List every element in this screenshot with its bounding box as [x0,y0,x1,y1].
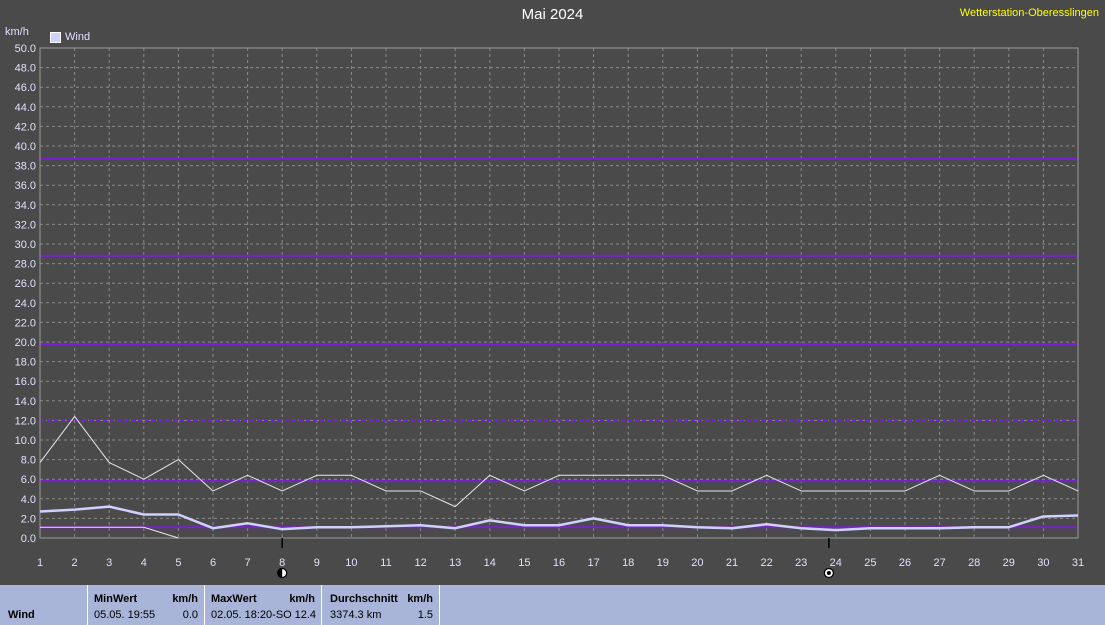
x-tick-label: 7 [245,557,251,569]
x-tick-label: 9 [314,557,320,569]
y-tick-label: 30.0 [15,239,36,251]
y-tick-label: 2.0 [21,513,36,525]
stats-avg-distance: 3374.3 km [330,609,382,621]
y-tick-label: 40.0 [15,141,36,153]
x-tick-label: 15 [518,557,530,569]
x-tick-label: 18 [622,557,634,569]
y-tick-label: 46.0 [15,82,36,94]
x-tick-label: 29 [1003,557,1015,569]
x-tick-label: 24 [830,557,842,569]
chart-title: Mai 2024 [521,6,584,23]
stats-max-unit: km/h [289,593,315,605]
x-tick-label: 26 [899,557,911,569]
x-tick-label: 14 [484,557,496,569]
y-tick-label: 32.0 [15,219,36,231]
x-tick-label: 5 [175,557,181,569]
stats-avg-cell: Durchschnitt km/h 3374.3 km 1.5 [322,585,440,625]
x-tick-label: 4 [141,557,147,569]
x-tick-label: 2 [72,557,78,569]
x-tick-label: 3 [106,557,112,569]
x-tick-label: 10 [345,557,357,569]
y-tick-label: 28.0 [15,259,36,271]
y-tick-label: 20.0 [15,337,36,349]
y-tick-label: 22.0 [15,317,36,329]
chart: 0.0 2.0 4.0 6.0 8.0 10.0 12.0 14.0 16.0 18.0 20.0 2… [15,43,1084,579]
y-tick-label: 36.0 [15,180,36,192]
y-tick-label: 4.0 [21,494,36,506]
stats-bar: Wind MinWert km/h 05.05. 19:55 0.0 MaxWe… [0,585,1105,625]
stats-row-label: Wind [8,609,35,621]
stats-min-unit: km/h [172,593,198,605]
y-tick-label: 0.0 [21,533,36,545]
x-tick-label: 6 [210,557,216,569]
x-tick-label: 17 [587,557,599,569]
y-axis-unit: km/h [5,26,29,38]
x-tick-label: 28 [968,557,980,569]
y-tick-label: 42.0 [15,121,36,133]
legend-swatch [50,31,61,43]
x-tick-label: 23 [795,557,807,569]
stats-avg-head: Durchschnitt [330,593,398,605]
y-tick-label: 8.0 [21,455,36,467]
x-tick-label: 13 [449,557,461,569]
stats-max-time: 02.05. 18:20-SO [211,609,292,621]
stats-min-time: 05.05. 19:55 [94,609,156,621]
x-tick-label: 1 [37,557,43,569]
legend: Wind [50,31,90,43]
stats-min-head: MinWert [94,593,138,605]
y-tick-label: 50.0 [15,43,36,55]
x-tick-label: 12 [414,557,426,569]
legend-label: Wind [65,31,91,43]
stats-avg-value: 1.5 [417,609,433,621]
y-tick-label: 34.0 [15,200,36,212]
x-tick-label: 19 [657,557,669,569]
x-tick-label: 31 [1072,557,1084,569]
y-tick-label: 12.0 [15,415,36,427]
x-tick-label: 11 [380,557,391,569]
y-tick-label: 38.0 [15,161,36,173]
y-tick-label: 26.0 [15,278,36,290]
stats-min-cell: MinWert km/h 05.05. 19:55 0.0 [88,585,205,625]
stats-max-head: MaxWert [211,593,257,605]
stats-max-value: 12.4 [294,609,316,621]
y-tick-label: 18.0 [15,357,36,369]
y-tick-label: 6.0 [21,474,36,486]
y-tick-label: 48.0 [15,63,36,75]
x-tick-label: 27 [933,557,945,569]
y-tick-label: 24.0 [15,298,36,310]
y-tick-label: 16.0 [15,376,36,388]
y-tick-label: 10.0 [15,435,36,447]
stats-min-value: 0.0 [182,609,198,621]
stats-row-label-cell: Wind [0,585,88,625]
x-tick-label: 30 [1037,557,1049,569]
x-tick-label: 25 [864,557,876,569]
x-tick-label: 21 [726,557,738,569]
stats-avg-unit: km/h [407,593,433,605]
x-tick-label: 8 [279,557,285,569]
x-tick-label: 22 [760,557,772,569]
x-tick-label: 16 [553,557,565,569]
station-name: Wetterstation-Oberesslingen [959,7,1099,19]
stats-max-cell: MaxWert km/h 02.05. 18:20-SO 12.4 [205,585,322,625]
moon-full-center [826,571,831,575]
y-tick-label: 44.0 [15,102,36,114]
x-tick-label: 20 [691,557,703,569]
y-tick-label: 14.0 [15,396,36,408]
